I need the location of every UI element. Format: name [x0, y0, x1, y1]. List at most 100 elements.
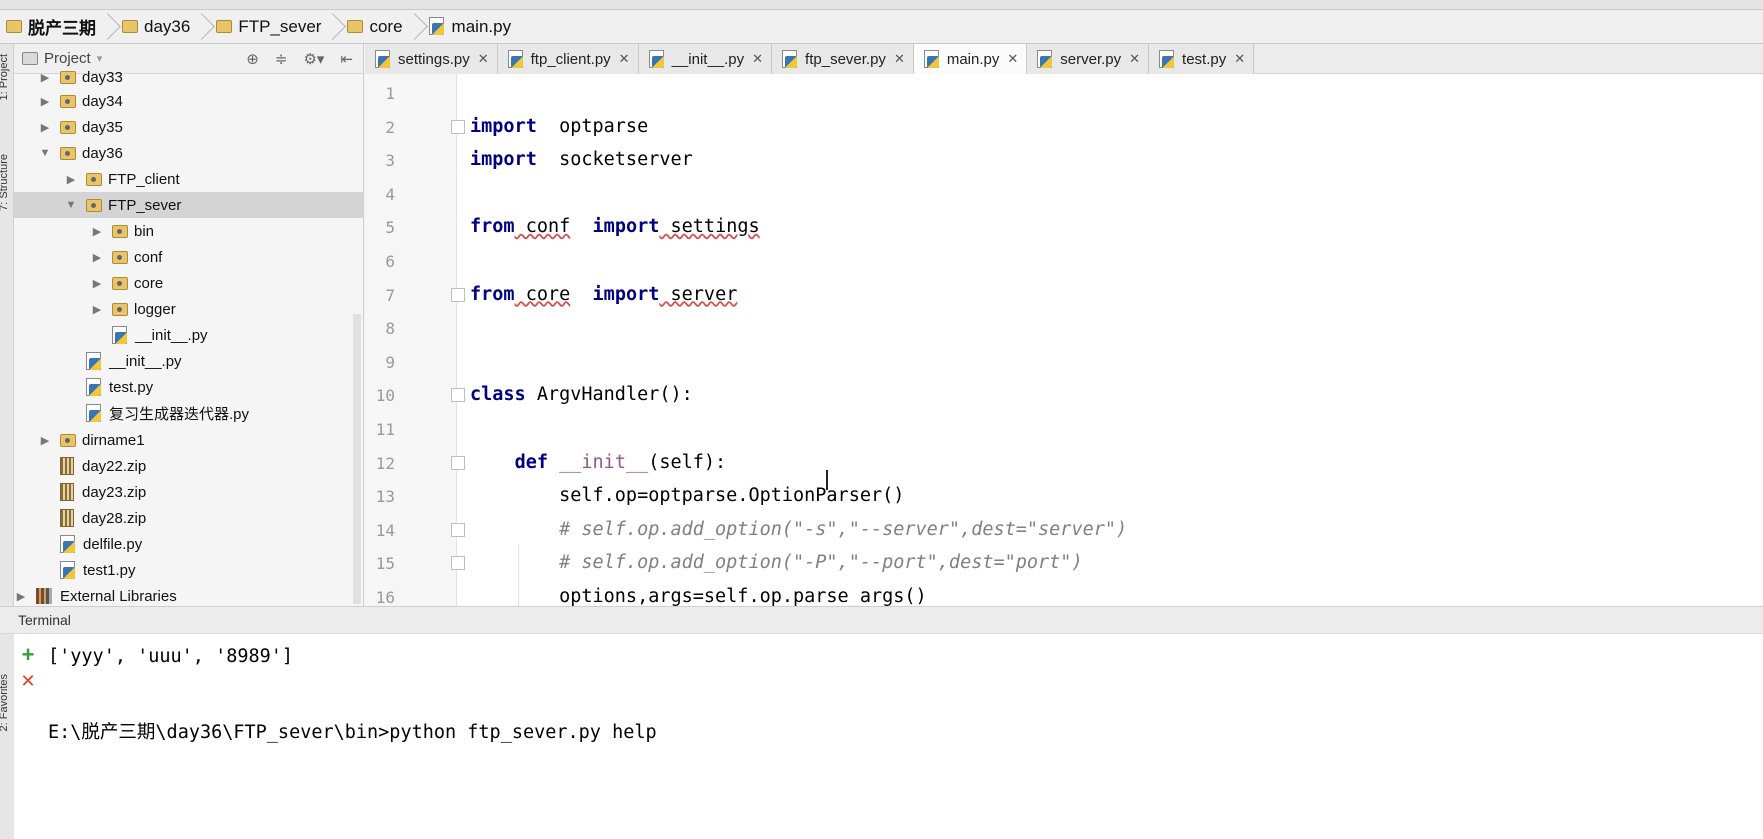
folder-icon [112, 250, 128, 264]
expand-right-icon[interactable]: ▶ [64, 173, 78, 186]
tree-item[interactable]: day28.zip [14, 505, 364, 531]
zip-file-icon [60, 483, 74, 501]
line-number: 16 [375, 588, 395, 607]
project-panel: Project ▾ ⊕ ≑ ⚙▾ ⇤ ▶ day33 ▶ day34 ▶ day35 ▼ da… [14, 44, 364, 606]
project-tool-tab[interactable]: 1: Project [0, 54, 10, 100]
terminal-toolbar: + ✕ [16, 642, 40, 694]
editor-tab[interactable]: settings.py ✕ [365, 44, 498, 74]
tree-item[interactable]: ▶ core [14, 270, 364, 296]
tree-item[interactable]: ▶ day34 [14, 88, 364, 114]
tree-item-label: core [134, 274, 164, 292]
python-file-icon [507, 49, 525, 69]
folder-icon [112, 276, 128, 290]
project-scrollbar[interactable] [353, 314, 361, 604]
tree-item[interactable]: 复习生成器迭代器.py [14, 400, 364, 426]
tree-item[interactable]: ▶ dirname1 [14, 427, 364, 453]
zip-file-icon [60, 509, 74, 527]
tree-item[interactable]: delfile.py [14, 531, 364, 557]
line-number: 11 [375, 420, 395, 439]
folder-icon [112, 224, 128, 238]
tree-item[interactable]: ▼ FTP_sever [14, 192, 364, 218]
expand-right-icon[interactable]: ▶ [90, 225, 104, 238]
close-icon[interactable]: ✕ [1234, 51, 1245, 67]
editor-tab[interactable]: __init__.py ✕ [638, 44, 773, 74]
fold-marker-icon[interactable] [451, 522, 465, 537]
tree-item[interactable]: __init__.py [14, 322, 364, 348]
expand-down-icon[interactable]: ▼ [64, 199, 78, 211]
favorites-tool-tab[interactable]: 2: Favorites [0, 674, 10, 731]
breadcrumb-item[interactable]: core [343, 10, 424, 44]
expand-right-icon[interactable]: ▶ [38, 121, 52, 134]
close-icon[interactable]: ✕ [1007, 51, 1018, 67]
expand-right-icon[interactable]: ▶ [14, 590, 28, 603]
structure-tool-tab[interactable]: 7: Structure [0, 154, 10, 211]
tree-item[interactable]: ▶ logger [14, 296, 364, 322]
code-token: ArgvHandler(): [525, 384, 693, 406]
fold-marker-icon[interactable] [451, 287, 465, 302]
expand-right-icon[interactable]: ▶ [38, 95, 52, 108]
fold-marker-icon[interactable] [451, 556, 465, 571]
python-file-icon [86, 351, 103, 371]
close-icon[interactable]: ✕ [619, 51, 630, 67]
expand-right-icon[interactable]: ▶ [90, 303, 104, 316]
close-icon[interactable]: ✕ [1129, 51, 1140, 67]
tree-item[interactable]: test1.py [14, 557, 364, 583]
breadcrumb-item[interactable]: main.py [425, 10, 518, 44]
tree-item[interactable]: ▶ FTP_client [14, 166, 364, 192]
close-terminal-icon[interactable]: ✕ [16, 668, 40, 694]
code-token: optparse [536, 115, 649, 137]
code-line: class ArgvHandler(): [470, 384, 693, 405]
line-number: 15 [375, 554, 395, 574]
tree-item-label: dirname1 [82, 431, 145, 449]
expand-right-icon[interactable]: ▶ [38, 434, 52, 447]
code-token: import [470, 115, 537, 137]
close-icon[interactable]: ✕ [894, 51, 905, 67]
editor-tab-label: __init__.py [671, 50, 745, 68]
tree-item[interactable]: ▼ day36 [14, 140, 364, 166]
python-file-icon [86, 377, 103, 397]
tree-item[interactable]: ▶ day33 [14, 64, 364, 90]
code-line: import optparse [470, 116, 648, 137]
tree-item-label: __init__.py [109, 352, 182, 370]
breadcrumb-label: 脱产三期 [28, 19, 96, 38]
expand-right-icon[interactable]: ▶ [90, 277, 104, 290]
library-icon [36, 588, 52, 604]
breadcrumb-item[interactable]: 脱产三期 [2, 10, 118, 44]
text-cursor [826, 470, 828, 490]
fold-marker-icon[interactable] [451, 119, 465, 134]
tree-item[interactable]: day23.zip [14, 479, 364, 505]
breadcrumb-item[interactable]: FTP_sever [212, 10, 343, 44]
expand-down-icon[interactable]: ▼ [38, 147, 52, 159]
expand-right-icon[interactable]: ▶ [38, 71, 52, 84]
tree-item[interactable]: day22.zip [14, 453, 364, 479]
fold-marker-icon[interactable] [451, 455, 465, 470]
expand-right-icon[interactable]: ▶ [90, 251, 104, 264]
editor-tab-label: test.py [1182, 50, 1227, 68]
line-number: 12 [375, 453, 395, 473]
editor-tab[interactable]: ftp_client.py ✕ [497, 44, 639, 74]
breadcrumb-item[interactable]: day36 [118, 10, 212, 44]
close-icon[interactable]: ✕ [752, 51, 763, 67]
folder-icon [347, 20, 364, 33]
editor-tab-label: main.py [946, 50, 1000, 68]
editor-tab[interactable]: ftp_sever.py ✕ [772, 44, 914, 74]
python-file-icon [1159, 49, 1176, 69]
editor-tab[interactable]: server.py ✕ [1027, 44, 1150, 74]
folder-icon [216, 20, 233, 33]
fold-marker-icon[interactable] [451, 388, 465, 403]
tree-item[interactable]: ▶ bin [14, 218, 364, 244]
code-line: import socketserver [470, 149, 693, 170]
code-token: from [470, 283, 515, 305]
code-token: server [659, 283, 738, 305]
new-terminal-icon[interactable]: + [16, 642, 40, 668]
editor-tab[interactable]: test.py ✕ [1149, 44, 1255, 74]
editor-tab[interactable]: main.py ✕ [913, 44, 1028, 74]
tree-item[interactable]: ▶ day35 [14, 114, 364, 140]
close-icon[interactable]: ✕ [478, 51, 489, 67]
tree-item[interactable]: ▶ conf [14, 244, 364, 270]
tree-item[interactable]: test.py [14, 374, 364, 400]
code-line: from core import server [470, 284, 737, 305]
line-number: 10 [375, 386, 395, 406]
tree-item[interactable]: __init__.py [14, 348, 364, 374]
code-area[interactable]: import optparse import socketserver from c… [470, 74, 1760, 606]
